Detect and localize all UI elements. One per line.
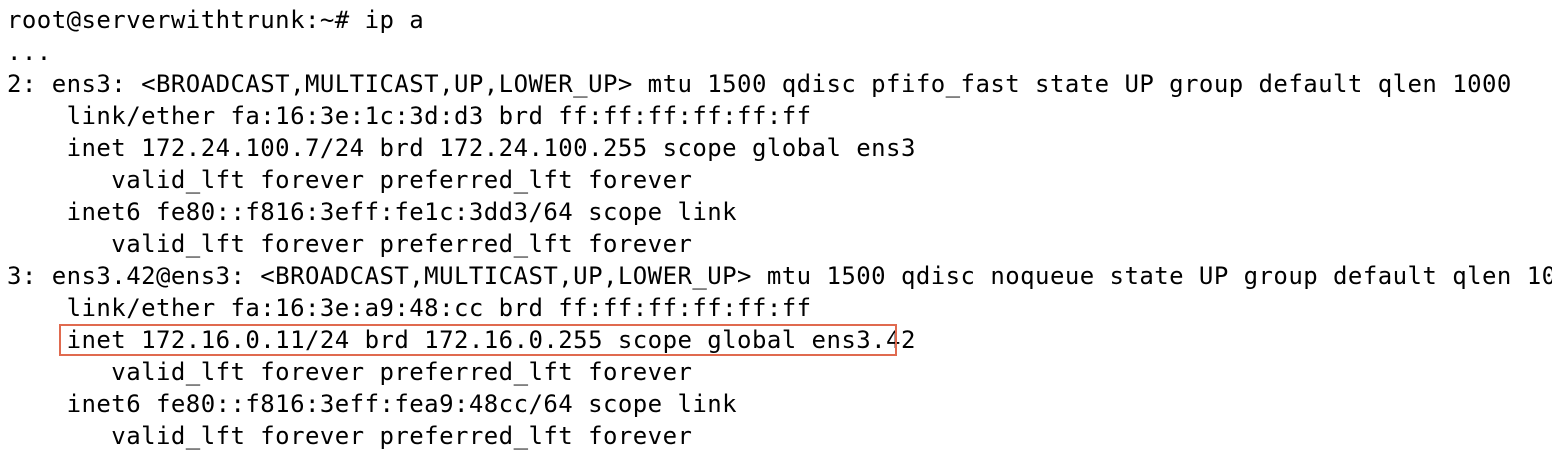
- ens3-inet6-lifetime: valid_lft forever preferred_lft forever: [7, 230, 693, 258]
- ens3-42-inet6: inet6 fe80::f816:3eff:fea9:48cc/64 scope…: [7, 390, 738, 418]
- terminal-output: root@serverwithtrunk:~# ip a ... 2: ens3…: [7, 4, 1552, 452]
- ellipsis-line: ...: [7, 38, 52, 66]
- ens3-42-inet6-lifetime: valid_lft forever preferred_lft forever: [7, 422, 693, 450]
- ens3-inet6: inet6 fe80::f816:3eff:fe1c:3dd3/64 scope…: [7, 198, 738, 226]
- ens3-link-ether: link/ether fa:16:3e:1c:3d:d3 brd ff:ff:f…: [7, 102, 812, 130]
- ens3-42-inet-highlighted: inet 172.16.0.11/24 brd 172.16.0.255 sco…: [7, 326, 916, 354]
- interface-ens3-42-header: 3: ens3.42@ens3: <BROADCAST,MULTICAST,UP…: [7, 262, 1552, 290]
- ens3-42-link-ether: link/ether fa:16:3e:a9:48:cc brd ff:ff:f…: [7, 294, 812, 322]
- command-prompt-line: root@serverwithtrunk:~# ip a: [7, 6, 425, 34]
- ens3-inet-lifetime: valid_lft forever preferred_lft forever: [7, 166, 693, 194]
- ens3-42-inet-lifetime: valid_lft forever preferred_lft forever: [7, 358, 693, 386]
- interface-ens3-header: 2: ens3: <BROADCAST,MULTICAST,UP,LOWER_U…: [7, 70, 1512, 98]
- ens3-inet: inet 172.24.100.7/24 brd 172.24.100.255 …: [7, 134, 916, 162]
